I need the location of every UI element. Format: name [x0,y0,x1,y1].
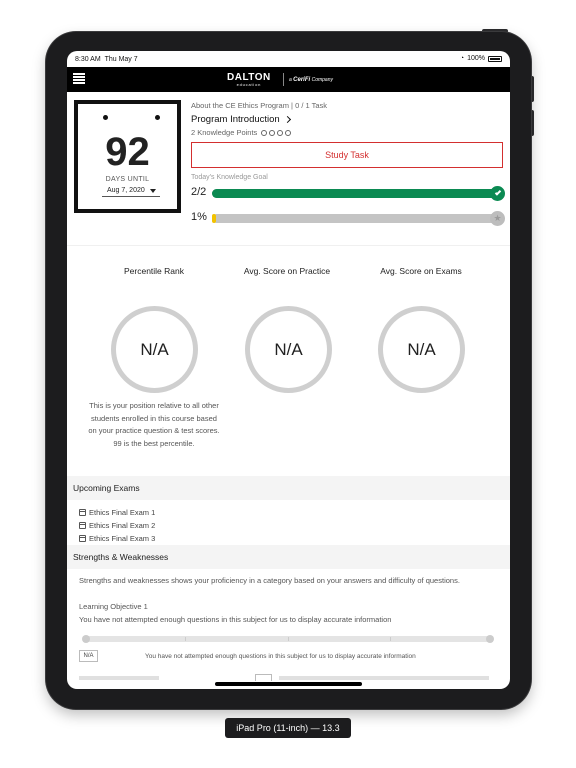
knowledge-goal-label: Today's Knowledge Goal [191,174,268,181]
logo-divider [283,73,284,86]
calendar-ring-icon [155,115,160,120]
battery-icon [488,55,502,62]
percentile-description: This is your position relative to all ot… [88,401,220,448]
overall-fill [212,214,216,223]
status-time: 8:30 AM Thu May 7 [75,56,138,63]
exam-date-select[interactable]: Aug 7, 2020 [102,187,160,197]
slider-tick [288,637,289,641]
calendar-icon [79,522,86,529]
learning-objective-title: Learning Objective 1 [79,602,148,611]
strengths-description: Strengths and weaknesses shows your prof… [79,576,460,585]
slider-tick [185,637,186,641]
home-indicator[interactable] [215,682,362,686]
section-divider [67,245,510,246]
days-until-label: DAYS UNTIL [105,176,150,183]
exam-item[interactable]: Ethics Final Exam 2 [79,521,155,530]
percentile-ring: N/A [111,306,198,393]
proficiency-slider [82,635,494,643]
device-label: iPad Pro (11-inch) — 13.3 [225,718,351,738]
cut-off-text-placeholder [79,676,159,680]
goal-fraction: 2/2 [191,186,207,198]
goal-fill [212,189,502,198]
company-tagline: a CeriFi Company [289,77,333,83]
trophy-icon: ★ [490,211,505,226]
app-screen: 8:30 AM Thu May 7 ◔ 100% DALTON educatio… [67,51,510,689]
slider-start-knob [82,635,90,643]
cut-off-text-placeholder [279,676,489,680]
calendar-icon [79,509,86,516]
calendar-ring-icon [103,115,108,120]
goal-track [212,186,505,201]
calendar-icon [79,535,86,542]
wifi-icon: ◔ [459,55,465,62]
knowledge-points: 2 Knowledge Points [191,128,503,137]
countdown-calendar: 92 DAYS UNTIL Aug 7, 2020 [74,100,181,213]
dalton-logo: DALTON education [227,72,271,87]
days-count: 92 [105,130,150,174]
daily-goal-bar: 2/2 [191,186,505,201]
study-task-button[interactable]: Study Task [191,142,503,168]
knowledge-point-icons [261,129,292,136]
menu-icon[interactable] [73,73,85,84]
check-icon [490,186,505,201]
upcoming-exams-header: Upcoming Exams [67,476,510,500]
status-bar: 8:30 AM Thu May 7 ◔ 100% [67,51,510,67]
program-info: About the CE Ethics Program | 0 / 1 Task… [191,101,503,137]
program-title-link[interactable]: Program Introduction [191,114,503,125]
practice-score-ring: N/A [245,306,332,393]
na-message: You have not attempted enough questions … [145,653,416,660]
battery-percent: 100% [467,55,485,62]
overall-track: ★ [212,211,505,226]
top-navbar: DALTON education a CeriFi Company [67,67,510,92]
stat-label-percentile: Percentile Rank [123,266,184,276]
status-right: ◔ 100% [460,55,502,62]
learning-objective-message: You have not attempted enough questions … [79,615,392,624]
slider-end-knob [486,635,494,643]
cut-off-row [79,673,499,681]
exam-item[interactable]: Ethics Final Exam 1 [79,508,155,517]
strengths-weaknesses-header: Strengths & Weaknesses [67,545,510,569]
caret-down-icon [150,189,156,193]
stat-label-practice: Avg. Score on Practice [243,266,331,276]
exam-item[interactable]: Ethics Final Exam 3 [79,534,155,543]
program-meta: About the CE Ethics Program | 0 / 1 Task [191,101,328,110]
exam-score-ring: N/A [378,306,465,393]
cut-off-badge [255,674,272,681]
chevron-right-icon [283,115,291,124]
na-badge: N/A [79,650,98,662]
slider-tick [390,637,391,641]
overall-percent: 1% [191,211,207,223]
stat-label-exams: Avg. Score on Exams [380,266,462,276]
overall-progress-bar: 1% ★ [191,211,505,226]
